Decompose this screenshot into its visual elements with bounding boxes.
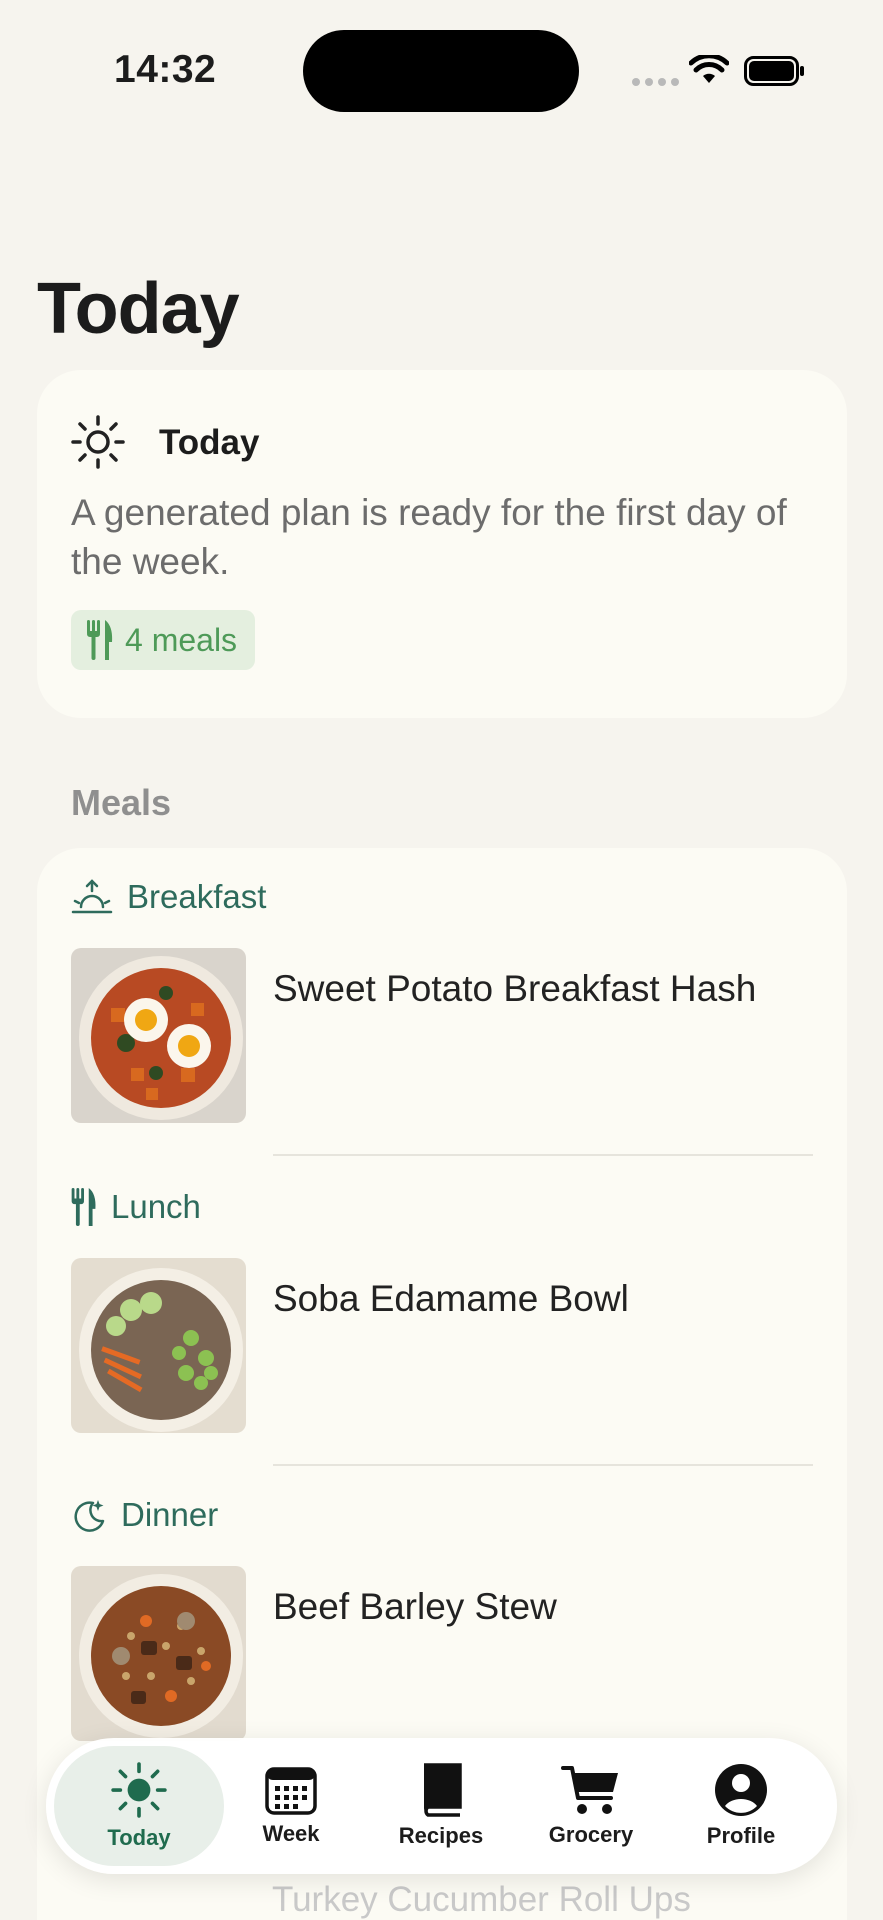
meal-type-dinner: Dinner — [71, 1496, 218, 1534]
moon-icon — [74, 1500, 105, 1532]
cellular-signal-icon — [632, 78, 679, 86]
battery-icon — [744, 56, 804, 86]
meal-type-label: Dinner — [121, 1496, 219, 1533]
tab-today[interactable]: Today — [54, 1746, 224, 1866]
screen: 14:32 Today Today A generated plan is re… — [0, 0, 883, 1920]
meal-name: Beef Barley Stew — [273, 1586, 557, 1627]
person-icon — [715, 1764, 767, 1816]
divider — [273, 1464, 813, 1466]
meal-name: Sweet Potato Breakfast Hash — [273, 968, 757, 1009]
tab-label: Grocery — [548, 1822, 634, 1847]
book-icon — [424, 1763, 462, 1817]
status-time: 14:32 — [114, 48, 217, 91]
meal-name: Soba Edamame Bowl — [273, 1278, 629, 1319]
sun-icon — [71, 415, 125, 469]
tab-label: Week — [262, 1821, 320, 1846]
calendar-icon — [265, 1767, 317, 1815]
fork-knife-icon — [87, 620, 113, 660]
meal-type-breakfast: Breakfast — [71, 878, 266, 916]
tab-label: Today — [107, 1825, 171, 1850]
meal-type-label: Lunch — [111, 1188, 201, 1225]
meal-photo-lunch — [71, 1258, 246, 1433]
meal-photo-dinner — [71, 1566, 246, 1741]
today-card-description: A generated plan is ready for the first … — [71, 492, 787, 582]
sun-icon — [111, 1762, 167, 1818]
today-summary-card[interactable]: Today A generated plan is ready for the … — [37, 370, 847, 718]
tab-label: Recipes — [398, 1823, 484, 1848]
tab-profile[interactable]: Profile — [656, 1746, 826, 1866]
today-card-title: Today — [159, 423, 260, 462]
tab-bar: Today Week Recipes Grocery Profile — [46, 1738, 837, 1874]
cart-icon — [561, 1766, 618, 1814]
meals-count-badge: 4 meals — [71, 610, 256, 670]
tab-label: Profile — [706, 1823, 776, 1848]
meal-name-partial: Turkey Cucumber Roll Ups — [272, 1880, 691, 1919]
meal-type-lunch: Lunch — [71, 1188, 201, 1226]
divider — [273, 1154, 813, 1156]
dynamic-island — [303, 30, 579, 112]
tab-recipes[interactable]: Recipes — [356, 1746, 526, 1866]
tab-week[interactable]: Week — [206, 1746, 376, 1866]
tab-grocery[interactable]: Grocery — [506, 1746, 676, 1866]
page-title: Today — [37, 269, 240, 349]
fork-knife-icon — [71, 1188, 96, 1226]
meal-type-label: Breakfast — [127, 878, 267, 915]
wifi-icon — [689, 55, 729, 83]
meal-photo-breakfast — [71, 948, 246, 1123]
sunrise-icon — [71, 879, 113, 914]
meals-count-label: 4 meals — [125, 621, 238, 658]
meals-section-label: Meals — [71, 782, 172, 823]
